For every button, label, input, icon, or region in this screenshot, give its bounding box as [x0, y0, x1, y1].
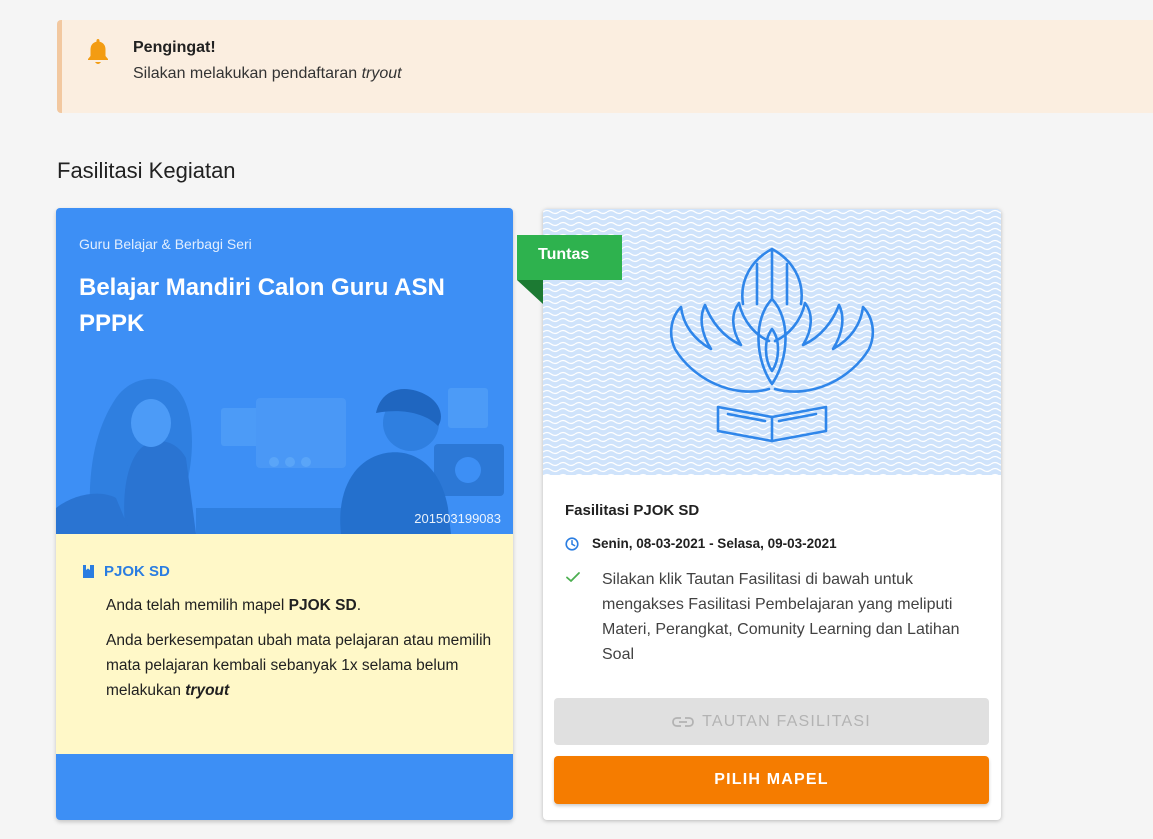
- facility-description: Silakan klik Tautan Fasilitasi di bawah …: [602, 571, 960, 663]
- check-icon: [566, 572, 580, 582]
- facility-date-range: Senin, 08-03-2021 - Selasa, 09-03-2021: [565, 536, 837, 551]
- choose-subject-button[interactable]: PILIH MAPEL: [554, 756, 989, 804]
- course-title: Belajar Mandiri Calon Guru ASN PPPK: [79, 274, 445, 337]
- subject-info-panel: PJOK SD Anda telah memilih mapel PJOK SD…: [56, 534, 513, 754]
- subject-label: PJOK SD: [104, 563, 170, 580]
- book-icon: [83, 565, 94, 578]
- selected-prefix: Anda telah memilih mapel: [106, 597, 289, 614]
- alert-title: Pengingat!: [133, 39, 216, 56]
- bell-icon: [88, 39, 108, 64]
- selected-subject-header: PJOK SD: [82, 563, 170, 580]
- facility-card: Fasilitasi PJOK SD Senin, 08-03-2021 - S…: [543, 209, 1001, 820]
- change-note-text: Anda berkesempatan ubah mata pelajaran a…: [106, 632, 492, 699]
- selected-suffix: .: [356, 597, 362, 614]
- reminder-alert: Pengingat! Silakan melakukan pendaftaran…: [57, 20, 1153, 113]
- link-icon: [672, 716, 694, 727]
- selected-subject-name: PJOK SD: [288, 597, 357, 614]
- participant-id: 201503199083: [414, 511, 501, 526]
- alert-message-emphasis: tryout: [361, 65, 402, 82]
- selected-subject-text: Anda telah memilih mapel PJOK SD.: [106, 593, 496, 618]
- course-series: Guru Belajar & Berbagi Seri: [79, 236, 252, 252]
- status-badge-fold: [517, 280, 543, 304]
- change-subject-note: Anda berkesempatan ubah mata pelajaran a…: [106, 628, 496, 703]
- course-card[interactable]: Guru Belajar & Berbagi Seri Belajar Mand…: [56, 208, 513, 820]
- date-range-text: Senin, 08-03-2021 - Selasa, 09-03-2021: [592, 536, 837, 551]
- facility-link-button[interactable]: TAUTAN FASILITASI: [554, 698, 989, 745]
- alert-message: Silakan melakukan pendaftaran tryout: [133, 65, 402, 83]
- section-title: Fasilitasi Kegiatan: [57, 158, 236, 183]
- teacher-illustration: [56, 378, 504, 534]
- change-note-emphasis: tryout: [185, 682, 230, 699]
- facility-link-label: TAUTAN FASILITASI: [702, 712, 871, 730]
- page: Pengingat! Silakan melakukan pendaftaran…: [0, 0, 1153, 839]
- alert-message-text: Silakan melakukan pendaftaran: [133, 65, 362, 82]
- facility-title: Fasilitasi PJOK SD: [565, 502, 700, 519]
- status-badge: Tuntas: [517, 235, 622, 280]
- clock-icon: [565, 536, 579, 551]
